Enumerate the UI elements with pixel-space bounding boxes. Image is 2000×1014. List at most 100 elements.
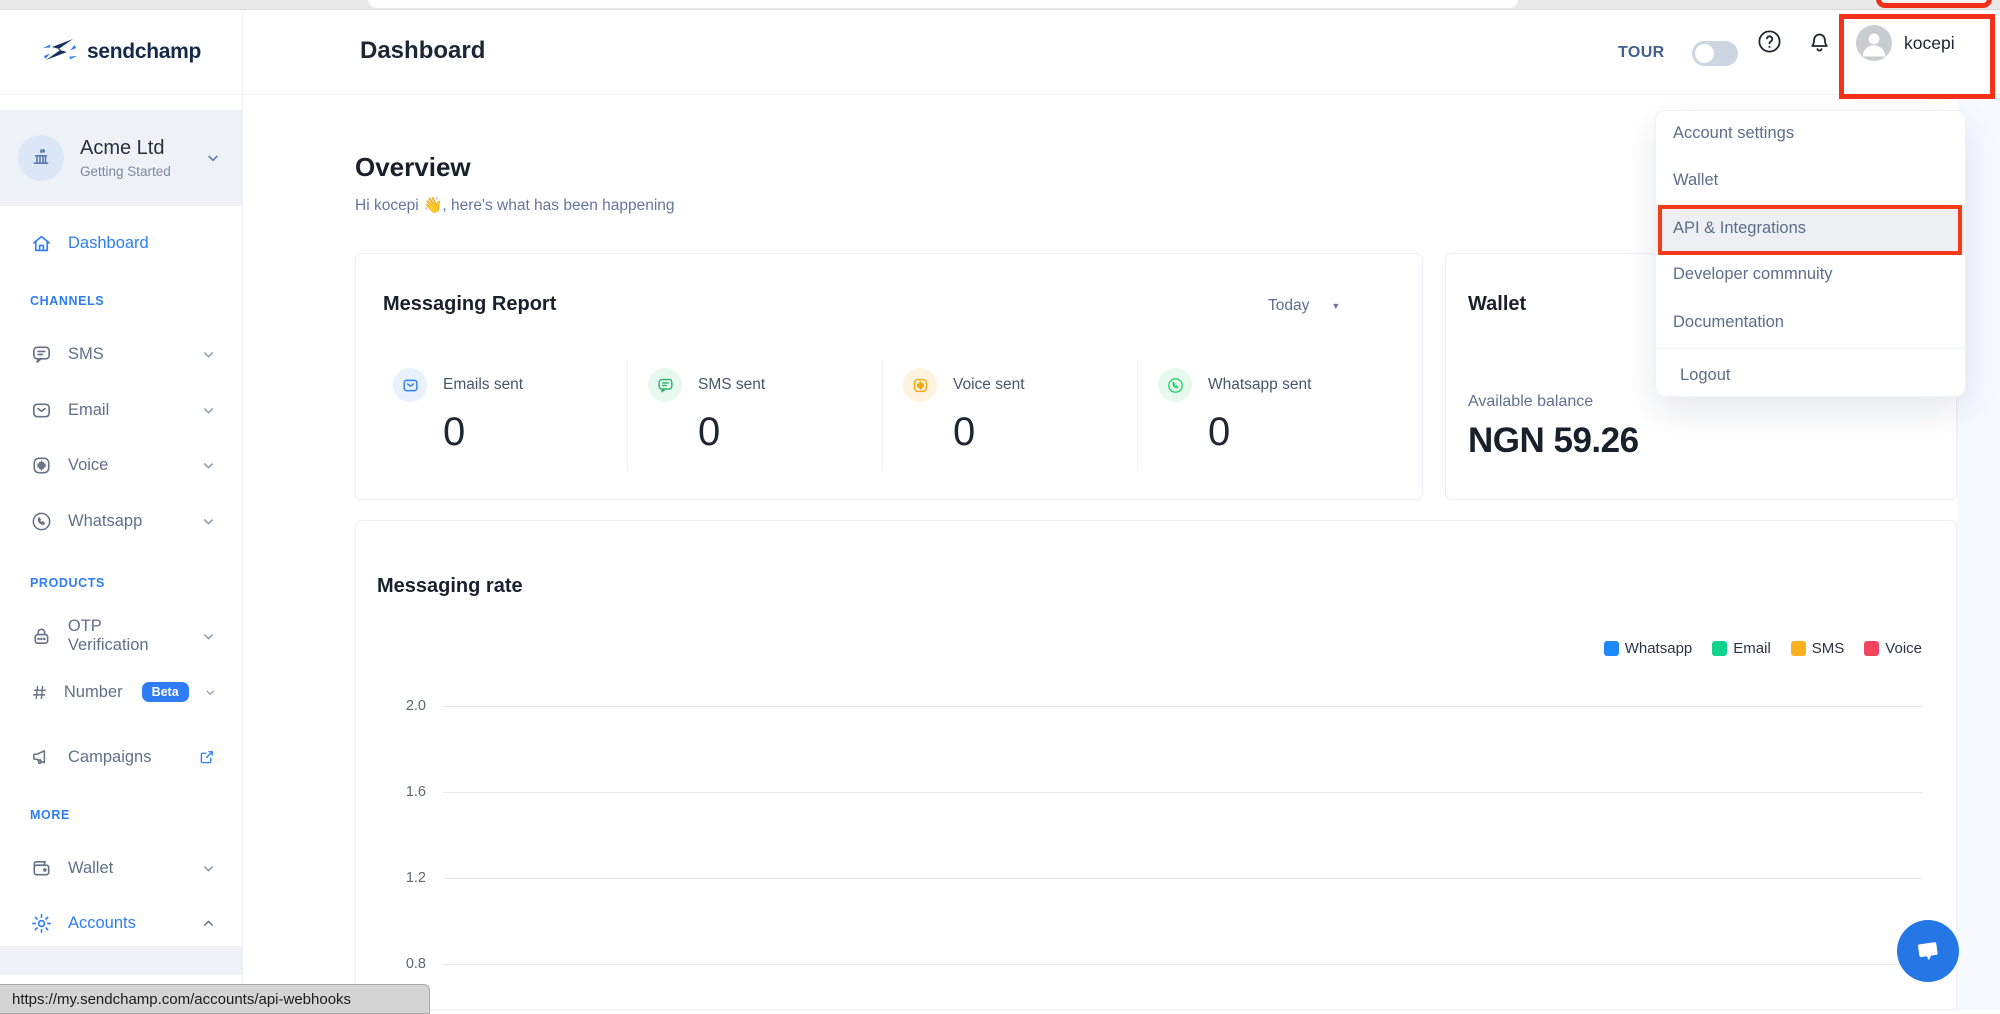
chat-widget-button[interactable]	[1897, 920, 1959, 982]
sidebar-item-wallet[interactable]: Wallet	[30, 853, 216, 883]
notifications-button[interactable]	[1806, 28, 1833, 60]
legend-swatch	[1604, 641, 1619, 656]
stat-voice-sent: Voice sent 0	[903, 368, 1133, 455]
status-url-text: https://my.sendchamp.com/accounts/api-we…	[12, 991, 351, 1008]
sidebar-item-number[interactable]: Number Beta	[30, 677, 216, 707]
sidebar-item-label: Accounts	[68, 914, 136, 933]
wallet-card-title: Wallet	[1468, 293, 1526, 316]
stat-label: Emails sent	[443, 376, 523, 394]
y-axis-tick: 1.2	[392, 870, 426, 886]
period-dropdown[interactable]: Today ▼	[1268, 297, 1340, 315]
help-button[interactable]	[1756, 28, 1783, 60]
username: kocepi	[1904, 33, 1955, 54]
menu-item-api-integrations[interactable]: API & Integrations	[1673, 219, 1806, 238]
messaging-rate-title: Messaging rate	[377, 575, 523, 598]
stat-value: 0	[1208, 410, 1388, 455]
legend-item-voice[interactable]: Voice	[1864, 640, 1922, 657]
sidebar-item-sms[interactable]: SMS	[30, 339, 216, 369]
legend-swatch	[1864, 641, 1879, 656]
stat-divider	[882, 360, 883, 470]
chevron-down-icon	[201, 458, 216, 473]
legend-label: Email	[1733, 640, 1771, 657]
sidebar-item-campaigns[interactable]: Campaigns	[30, 742, 216, 772]
sidebar-item-label: Voice	[68, 456, 108, 475]
user-dropdown-menu	[1655, 110, 1966, 397]
sendchamp-logo-icon	[42, 37, 78, 67]
email-stat-icon	[393, 368, 427, 402]
tour-toggle[interactable]	[1692, 41, 1738, 66]
menu-item-documentation[interactable]: Documentation	[1673, 313, 1784, 332]
wallet-balance-label: Available balance	[1468, 393, 1593, 411]
home-icon	[30, 232, 53, 255]
sidebar-item-whatsapp[interactable]: Whatsapp	[30, 506, 216, 536]
lock-icon	[30, 625, 53, 648]
chevron-down-icon	[201, 403, 216, 418]
chart-gridline	[443, 706, 1922, 707]
menu-item-wallet[interactable]: Wallet	[1673, 171, 1718, 190]
menu-item-developer-community[interactable]: Developer commnuity	[1673, 265, 1833, 284]
wallet-balance-value: NGN 59.26	[1468, 421, 1639, 461]
brand-logo[interactable]: sendchamp	[0, 10, 243, 95]
stat-label: Voice sent	[953, 376, 1025, 394]
messaging-report-title: Messaging Report	[383, 293, 556, 316]
overview-subtitle: Hi kocepi 👋, here's what has been happen…	[355, 196, 675, 215]
chart-legend: Whatsapp Email SMS Voice	[1604, 640, 1922, 657]
legend-item-email[interactable]: Email	[1712, 640, 1771, 657]
sms-icon	[656, 376, 675, 395]
stat-value: 0	[443, 410, 623, 455]
sidebar-item-label: SMS	[68, 345, 104, 364]
period-value: Today	[1268, 297, 1309, 315]
y-axis-tick: 1.6	[392, 784, 426, 800]
voice-stat-icon	[903, 368, 937, 402]
org-subtitle: Getting Started	[80, 164, 171, 179]
stat-value: 0	[953, 410, 1133, 455]
sidebar-item-label: OTP Verification	[68, 617, 186, 655]
org-building-icon	[18, 135, 64, 181]
beta-badge: Beta	[142, 682, 189, 702]
whatsapp-icon	[1166, 376, 1185, 395]
sidebar-item-label: Whatsapp	[68, 512, 142, 531]
stat-emails-sent: Emails sent 0	[393, 368, 623, 455]
legend-label: SMS	[1812, 640, 1845, 657]
sidebar-item-label: Number	[64, 683, 123, 702]
stat-label: SMS sent	[698, 376, 765, 394]
sidebar-item-voice[interactable]: Voice	[30, 450, 216, 480]
page-title: Dashboard	[360, 37, 485, 65]
chevron-down-icon	[204, 685, 216, 700]
org-switcher[interactable]: Acme Ltd Getting Started	[0, 110, 243, 206]
legend-item-whatsapp[interactable]: Whatsapp	[1604, 640, 1693, 657]
sidebar-section-products: PRODUCTS	[30, 576, 105, 590]
person-icon	[1856, 25, 1892, 61]
voice-icon	[911, 376, 930, 395]
wallet-icon	[30, 857, 53, 880]
gear-icon	[30, 912, 53, 935]
chart-gridline	[443, 964, 1922, 965]
stat-value: 0	[698, 410, 878, 455]
sidebar-item-label: Dashboard	[68, 234, 149, 253]
browser-chrome-strip	[0, 0, 2000, 10]
messaging-rate-card	[355, 520, 1957, 1010]
browser-address-bar	[368, 0, 1518, 8]
legend-item-sms[interactable]: SMS	[1791, 640, 1845, 657]
whatsapp-stat-icon	[1158, 368, 1192, 402]
org-name: Acme Ltd	[80, 137, 171, 160]
email-icon	[30, 399, 53, 422]
sidebar-item-email[interactable]: Email	[30, 395, 216, 425]
sidebar-item-otp-verification[interactable]: OTP Verification	[30, 621, 216, 651]
megaphone-icon	[30, 746, 53, 769]
legend-label: Whatsapp	[1625, 640, 1693, 657]
brand-name: sendchamp	[87, 40, 201, 64]
sidebar-item-accounts[interactable]: Accounts	[30, 908, 216, 938]
sidebar-section-channels: CHANNELS	[30, 294, 104, 308]
help-icon	[1756, 28, 1783, 55]
sms-icon	[30, 343, 53, 366]
overview-title: Overview	[355, 152, 471, 183]
external-link-icon	[198, 748, 216, 766]
sidebar-item-dashboard[interactable]: Dashboard	[30, 228, 216, 258]
menu-item-logout[interactable]: Logout	[1680, 366, 1730, 385]
sidebar-item-label: Wallet	[68, 859, 113, 878]
legend-label: Voice	[1885, 640, 1922, 657]
voice-icon	[30, 454, 53, 477]
user-menu-trigger[interactable]: kocepi	[1856, 25, 1955, 61]
menu-item-account-settings[interactable]: Account settings	[1673, 124, 1794, 143]
